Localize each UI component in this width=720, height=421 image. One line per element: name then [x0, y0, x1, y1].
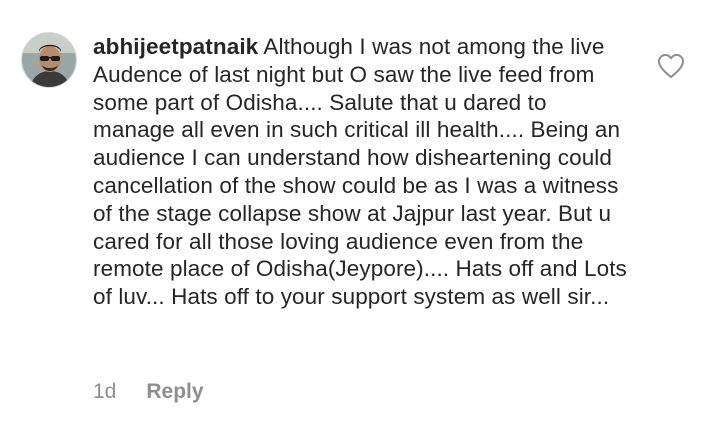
comment-timestamp: 1d [93, 380, 117, 403]
comment-body: abhijeetpatnaik Although I was not among… [93, 33, 633, 311]
heart-outline-icon [658, 54, 684, 78]
avatar-photo [22, 33, 76, 87]
comment-item: abhijeetpatnaik Although I was not among… [0, 0, 720, 421]
comment-username[interactable]: abhijeetpatnaik [93, 34, 258, 59]
avatar[interactable] [21, 32, 77, 88]
like-button[interactable] [657, 53, 685, 79]
comment-text: Although I was not among the live Audenc… [93, 34, 627, 310]
reply-button[interactable]: Reply [146, 380, 203, 404]
comment-meta: 1d Reply [93, 380, 204, 404]
